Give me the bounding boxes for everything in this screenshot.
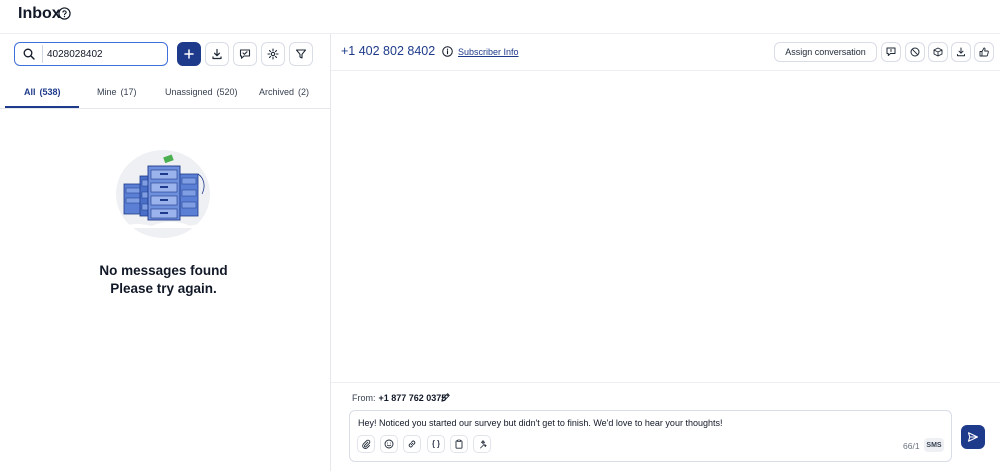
send-button[interactable]	[961, 425, 985, 449]
emoji-button[interactable]	[380, 435, 398, 453]
empty-state-subtitle: Please try again.	[110, 281, 217, 296]
character-count: 66/1	[903, 441, 920, 451]
paperclip-icon	[362, 439, 371, 449]
templates-button[interactable]	[450, 435, 468, 453]
download-icon	[212, 48, 222, 60]
block-button[interactable]	[905, 42, 925, 62]
search-icon	[23, 48, 35, 60]
insert-variable-button[interactable]	[427, 435, 445, 453]
plus-icon	[184, 49, 194, 59]
top-bar: Inbox	[0, 0, 1000, 34]
message-input[interactable]: Hey! Noticed you started our survey but …	[358, 418, 722, 428]
filing-cabinets-illustration	[114, 148, 212, 240]
conversation-list-panel: All(538) Mine(17) Unassigned(520) Archiv…	[0, 34, 331, 471]
from-row: From: +1 877 762 0375	[352, 393, 446, 403]
conversation-header: +1 402 802 8402 Subscriber Info Assign c…	[331, 34, 1000, 71]
export-button[interactable]	[205, 42, 229, 66]
empty-state-title: No messages found	[99, 263, 228, 278]
composer-area: From: +1 877 762 0375 Hey! Noticed you st…	[331, 382, 1000, 471]
box-icon	[933, 47, 943, 57]
search-box[interactable]	[14, 42, 168, 66]
pencil-icon	[441, 393, 450, 402]
block-icon	[910, 47, 920, 57]
subscriber-info-link[interactable]: Subscriber Info	[458, 47, 519, 57]
ai-assist-button[interactable]	[473, 435, 491, 453]
download-conversation-button[interactable]	[951, 42, 971, 62]
link-icon	[408, 440, 416, 448]
clipboard-icon	[455, 439, 463, 449]
tab-unassigned[interactable]: Unassigned (520)	[165, 87, 238, 97]
mark-resolved-button[interactable]	[233, 42, 257, 66]
comment-icon	[886, 47, 896, 56]
archive-button[interactable]	[928, 42, 948, 62]
conversation-panel: +1 402 802 8402 Subscriber Info Assign c…	[331, 34, 1000, 471]
help-icon[interactable]	[58, 7, 71, 20]
from-label: From:	[352, 393, 376, 403]
settings-button[interactable]	[261, 42, 285, 66]
active-tab-indicator	[5, 106, 79, 108]
add-note-button[interactable]	[881, 42, 901, 62]
tab-mine[interactable]: Mine (17)	[97, 87, 137, 97]
feedback-button[interactable]	[974, 42, 994, 62]
chat-check-icon	[239, 49, 251, 59]
thumbs-up-icon	[979, 47, 989, 57]
new-conversation-button[interactable]	[177, 42, 201, 66]
search-divider	[42, 45, 43, 63]
gear-icon	[267, 48, 279, 60]
filter-icon	[295, 49, 307, 59]
sparkle-icon	[480, 440, 487, 449]
channel-badge: SMS	[924, 438, 944, 452]
braces-icon	[432, 440, 440, 448]
edit-sender-button[interactable]	[440, 392, 451, 403]
conversation-tabs: All (538) Mine (17) Unassigned (520) Archiv…	[0, 78, 331, 109]
emoji-icon	[384, 439, 394, 449]
contact-phone-number: +1 402 802 8402	[341, 44, 436, 58]
search-input[interactable]	[47, 46, 162, 62]
insert-link-button[interactable]	[403, 435, 421, 453]
tab-all[interactable]: All (538)	[24, 87, 61, 97]
from-number: +1 877 762 0375	[378, 393, 447, 403]
info-icon	[442, 46, 453, 57]
tab-archived[interactable]: Archived (2)	[259, 87, 309, 97]
page-title: Inbox	[18, 5, 61, 22]
attach-button[interactable]	[357, 435, 375, 453]
message-composer[interactable]: Hey! Noticed you started our survey but …	[349, 410, 952, 462]
filter-button[interactable]	[289, 42, 313, 66]
send-icon	[967, 432, 979, 442]
assign-conversation-button[interactable]: Assign conversation	[774, 42, 877, 62]
download-icon	[957, 47, 965, 57]
